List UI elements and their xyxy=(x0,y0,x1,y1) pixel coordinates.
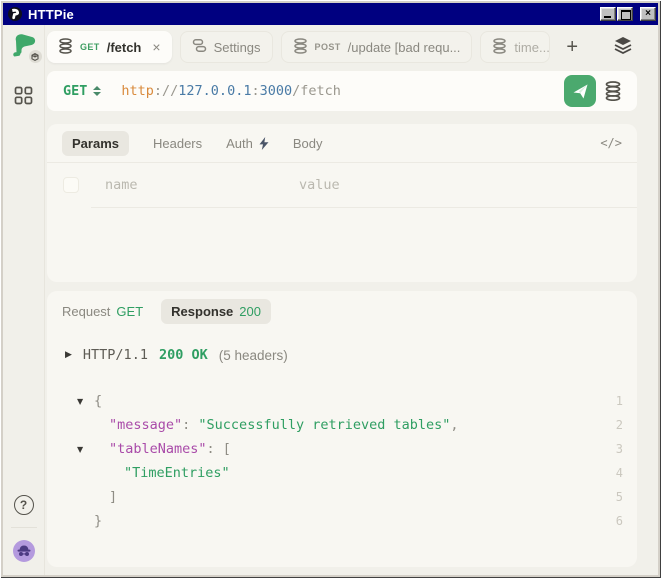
database-icon xyxy=(492,38,507,57)
tab-get-fetch[interactable]: GET /fetch × xyxy=(47,31,172,63)
tab-path-label: /update [bad requ... xyxy=(348,40,461,55)
minimize-button[interactable] xyxy=(600,7,616,21)
httpie-app-icon xyxy=(7,6,23,22)
collections-grid-icon[interactable] xyxy=(14,86,33,110)
tab-settings[interactable]: Settings xyxy=(180,31,273,63)
url-host: 127.0.0.1 xyxy=(178,83,251,99)
method-dropdown-icon xyxy=(93,86,101,96)
code-text: { xyxy=(94,393,616,409)
response-body: ▼{1"message": "Successfully retrieved ta… xyxy=(47,389,637,533)
line-number: 1 xyxy=(616,394,623,408)
request-tabs-strip: GET /fetch × Settings POST /update [bad … xyxy=(47,30,637,64)
expand-headers-icon[interactable]: ▶ xyxy=(65,350,72,360)
window-title: HTTPie xyxy=(28,7,595,22)
method-select[interactable]: GET xyxy=(63,83,101,99)
response-tab-label: Response xyxy=(171,304,233,319)
tab-path-label: /fetch xyxy=(107,40,142,55)
line-number: 2 xyxy=(616,418,623,432)
url-port: 3000 xyxy=(260,83,293,99)
code-line: "message": "Successfully retrieved table… xyxy=(47,413,637,437)
tab-params[interactable]: Params xyxy=(62,131,129,156)
response-status-line[interactable]: ▶ HTTP/1.1 200 OK (5 headers) xyxy=(65,347,637,363)
database-icon xyxy=(293,38,308,57)
saved-requests-icon[interactable] xyxy=(596,81,630,101)
sidebar-divider xyxy=(11,527,37,528)
code-line: ▼"tableNames": [3 xyxy=(47,437,637,461)
response-status-badge: 200 xyxy=(239,304,261,319)
tab-method-label: GET xyxy=(80,42,100,52)
tab-body[interactable]: Body xyxy=(293,136,323,151)
param-enabled-checkbox[interactable] xyxy=(63,177,79,193)
code-text: "tableNames": [ xyxy=(94,441,616,457)
response-card: Request GET Response 200 ▶ HTTP/1.1 200 … xyxy=(47,291,637,567)
tab-auth[interactable]: Auth xyxy=(226,136,269,151)
status-code: 200 OK xyxy=(159,347,208,363)
tab-auth-label: Auth xyxy=(226,136,253,151)
line-number: 6 xyxy=(616,514,623,528)
code-text: ] xyxy=(94,489,616,505)
request-options-tabs: Params Headers Auth Body </> xyxy=(47,124,637,162)
code-line: ]5 xyxy=(47,485,637,509)
titlebar[interactable]: HTTPie × xyxy=(3,3,658,25)
collapse-toggle-icon[interactable]: ▼ xyxy=(77,397,94,406)
url-port-separator: : xyxy=(251,83,259,99)
user-avatar[interactable] xyxy=(13,540,35,562)
code-line: }6 xyxy=(47,509,637,533)
url-path: /fetch xyxy=(292,83,341,99)
response-view-tabs: Request GET Response 200 xyxy=(47,291,637,331)
method-value: GET xyxy=(63,83,87,99)
tab-headers[interactable]: Headers xyxy=(153,136,202,151)
main-panel: GET /fetch × Settings POST /update [bad … xyxy=(45,25,658,575)
code-line: "TimeEntries"4 xyxy=(47,461,637,485)
url-scheme: http xyxy=(121,83,154,99)
code-view-icon[interactable]: </> xyxy=(600,136,622,150)
maximize-button[interactable] xyxy=(617,7,633,21)
tab-label: Settings xyxy=(214,40,261,55)
line-number: 5 xyxy=(616,490,623,504)
headers-count: (5 headers) xyxy=(219,348,288,363)
request-tab-label: Request xyxy=(62,304,110,319)
httpie-logo[interactable] xyxy=(9,31,39,61)
collapse-toggle-icon[interactable]: ▼ xyxy=(77,445,94,454)
protocol-label: HTTP/1.1 xyxy=(83,347,148,363)
param-value-input[interactable]: value xyxy=(299,177,340,193)
url-bar: GET http://127.0.0.1:3000/fetch xyxy=(47,71,637,111)
app-window: HTTPie × xyxy=(0,0,661,578)
lightning-bolt-icon xyxy=(259,137,269,150)
code-line: ▼{1 xyxy=(47,389,637,413)
line-number: 4 xyxy=(616,466,623,480)
tab-label: time... xyxy=(514,40,549,55)
url-input[interactable]: http://127.0.0.1:3000/fetch xyxy=(121,83,564,99)
close-button[interactable]: × xyxy=(640,7,656,21)
request-tab-method: GET xyxy=(116,304,143,319)
close-tab-icon[interactable]: × xyxy=(152,39,160,55)
line-number: 3 xyxy=(616,442,623,456)
tab-request-view[interactable]: Request GET xyxy=(62,304,143,319)
paper-plane-icon xyxy=(572,83,589,100)
code-text: } xyxy=(94,513,616,529)
sliders-icon xyxy=(192,38,207,56)
tab-method-label: POST xyxy=(315,42,341,52)
send-button[interactable] xyxy=(564,75,596,107)
tab-time[interactable]: time... xyxy=(480,31,550,63)
new-tab-button[interactable]: + xyxy=(562,36,582,59)
request-options-card: Params Headers Auth Body </> name value xyxy=(47,124,637,282)
database-icon xyxy=(58,38,73,57)
environment-badge-icon[interactable] xyxy=(29,50,42,63)
divider xyxy=(91,207,637,208)
layers-icon[interactable] xyxy=(613,35,637,60)
tab-post-update[interactable]: POST /update [bad requ... xyxy=(281,31,473,63)
help-icon[interactable]: ? xyxy=(14,495,34,515)
code-text: "message": "Successfully retrieved table… xyxy=(94,417,616,433)
param-name-input[interactable]: name xyxy=(105,177,299,193)
app-content: ? GET xyxy=(3,25,658,575)
param-row: name value xyxy=(47,163,637,207)
tab-response-view[interactable]: Response 200 xyxy=(161,299,271,324)
code-text: "TimeEntries" xyxy=(94,465,616,481)
sidebar: ? xyxy=(3,25,45,575)
url-separator: :// xyxy=(154,83,178,99)
